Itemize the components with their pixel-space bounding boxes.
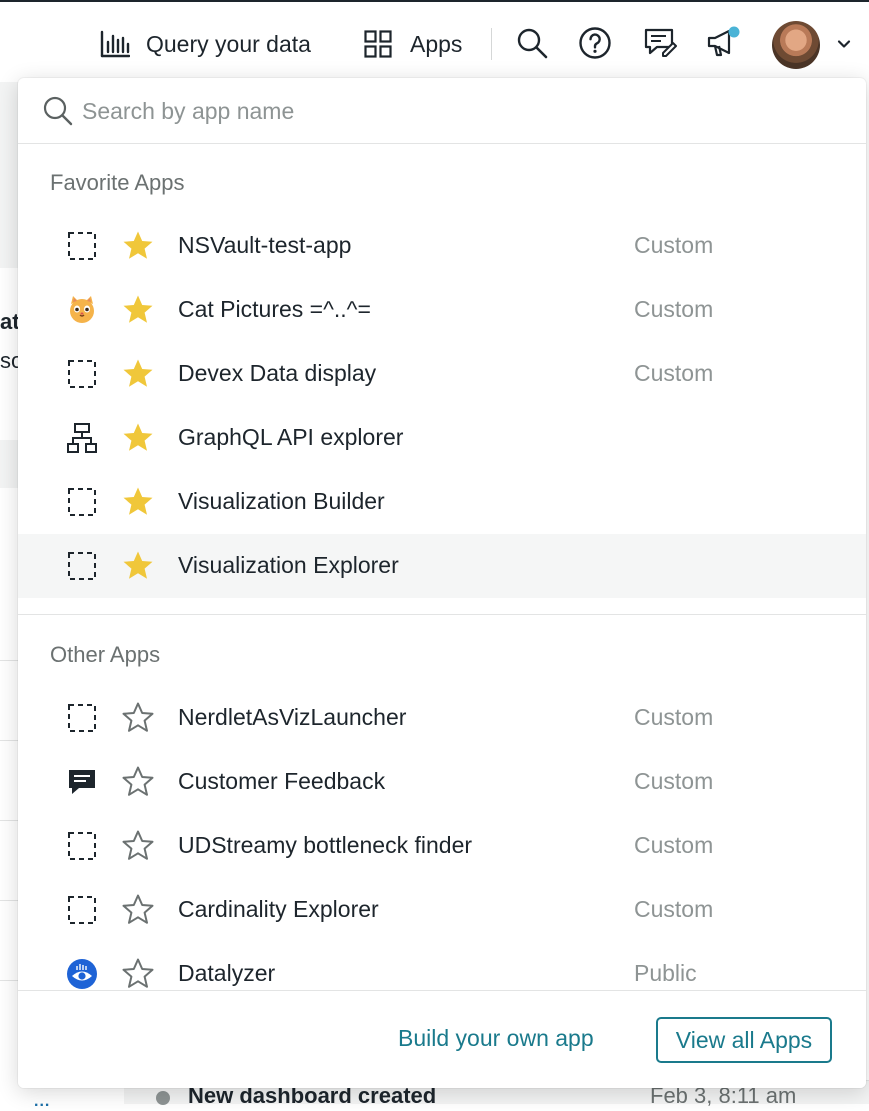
search-icon[interactable]: [515, 26, 549, 60]
star-outline-icon[interactable]: [121, 765, 155, 799]
dropdown-footer: Build your own app View all Apps: [18, 990, 866, 1088]
star-outline-icon[interactable]: [121, 957, 155, 991]
view-all-apps-button[interactable]: View all Apps: [656, 1017, 832, 1063]
star-outline-icon[interactable]: [121, 893, 155, 927]
chevron-down-icon[interactable]: [836, 36, 852, 52]
app-type-label: Custom: [634, 360, 714, 386]
apps-label: Apps: [410, 30, 463, 57]
background-heading-fragment: at: [0, 309, 20, 334]
app-type-label: Custom: [634, 704, 714, 730]
app-type-label: Custom: [634, 832, 714, 858]
app-name: NSVault-test-app: [178, 232, 352, 258]
app-row[interactable]: UDStreamy bottleneck finder Custom: [18, 814, 866, 878]
build-your-own-app-link[interactable]: Build your own app: [398, 1025, 594, 1052]
app-type-label: Public: [634, 960, 697, 986]
placeholder-icon: [68, 360, 96, 388]
app-row[interactable]: GraphQL API explorer: [18, 406, 866, 470]
app-row[interactable]: Visualization Builder: [18, 470, 866, 534]
app-name: Visualization Explorer: [178, 552, 399, 578]
cat-icon: [70, 296, 94, 323]
star-outline-icon[interactable]: [121, 829, 155, 863]
app-row[interactable]: Cardinality Explorer Custom: [18, 878, 866, 942]
star-filled-icon[interactable]: [121, 357, 155, 391]
apps-dropdown: Favorite Apps NSVault-test-appCustomCat …: [18, 78, 866, 1088]
background-more-menu[interactable]: ...: [34, 1093, 50, 1111]
star-filled-icon[interactable]: [121, 485, 155, 519]
app-name: Customer Feedback: [178, 768, 386, 794]
hierarchy-icon: [67, 423, 97, 453]
placeholder-icon: [68, 232, 96, 260]
app-type-label: Custom: [634, 768, 714, 794]
app-name: Datalyzer: [178, 960, 276, 986]
background-text-fragment: so: [0, 348, 20, 373]
background-panel: [0, 80, 20, 268]
background-divider: [0, 660, 20, 661]
notification-dot: [728, 26, 740, 38]
background-divider: [0, 900, 20, 901]
apps-button[interactable]: Apps: [364, 24, 462, 64]
star-filled-icon[interactable]: [121, 421, 155, 455]
app-row[interactable]: Cat Pictures =^..^= Custom: [18, 278, 866, 342]
favorite-apps-heading: Favorite Apps: [50, 170, 185, 195]
app-type-label: Custom: [634, 896, 714, 922]
app-type-label: Custom: [634, 232, 714, 258]
app-name: Visualization Builder: [178, 488, 385, 514]
app-name: Cat Pictures =^..^=: [178, 296, 371, 322]
placeholder-icon: [68, 552, 96, 580]
user-avatar[interactable]: [772, 21, 820, 69]
bar-chart-icon: [100, 30, 130, 58]
other-apps-heading: Other Apps: [50, 642, 161, 667]
background-panel: [0, 440, 20, 488]
star-filled-icon[interactable]: [121, 293, 155, 327]
app-name: Devex Data display: [178, 360, 377, 386]
app-name: GraphQL API explorer: [178, 424, 404, 450]
app-name: NerdletAsVizLauncher: [178, 704, 407, 730]
feedback-icon[interactable]: [643, 26, 677, 60]
app-row[interactable]: Customer Feedback Custom: [18, 750, 866, 814]
app-row[interactable]: NSVault-test-app Custom: [18, 214, 866, 278]
help-icon[interactable]: [578, 26, 612, 60]
app-search-bar: [18, 78, 866, 144]
query-your-data-button[interactable]: Query your data: [100, 24, 311, 64]
query-your-data-label: Query your data: [146, 30, 311, 57]
app-name: UDStreamy bottleneck finder: [178, 832, 473, 858]
background-divider: [0, 740, 20, 741]
eye-chart-icon: [67, 959, 97, 989]
app-row[interactable]: NerdletAsVizLauncher Custom: [18, 686, 866, 750]
apps-grid-icon: [364, 30, 392, 58]
top-navigation: Query your data Apps: [0, 0, 869, 82]
star-outline-icon[interactable]: [121, 701, 155, 735]
star-filled-icon[interactable]: [121, 229, 155, 263]
nav-divider: [491, 28, 492, 60]
section-divider: [18, 614, 866, 615]
app-row[interactable]: Visualization Explorer: [18, 534, 866, 598]
placeholder-icon: [68, 832, 96, 860]
app-name: Cardinality Explorer: [178, 896, 379, 922]
placeholder-icon: [68, 896, 96, 924]
background-divider: [0, 820, 20, 821]
star-filled-icon[interactable]: [121, 549, 155, 583]
background-divider: [0, 980, 20, 981]
app-search-input[interactable]: [80, 90, 844, 132]
placeholder-icon: [68, 704, 96, 732]
search-icon: [43, 96, 73, 126]
placeholder-icon: [68, 488, 96, 516]
chat-icon: [69, 770, 95, 794]
app-row[interactable]: Devex Data display Custom: [18, 342, 866, 406]
announcements-icon[interactable]: [706, 26, 740, 60]
app-type-label: Custom: [634, 296, 714, 322]
